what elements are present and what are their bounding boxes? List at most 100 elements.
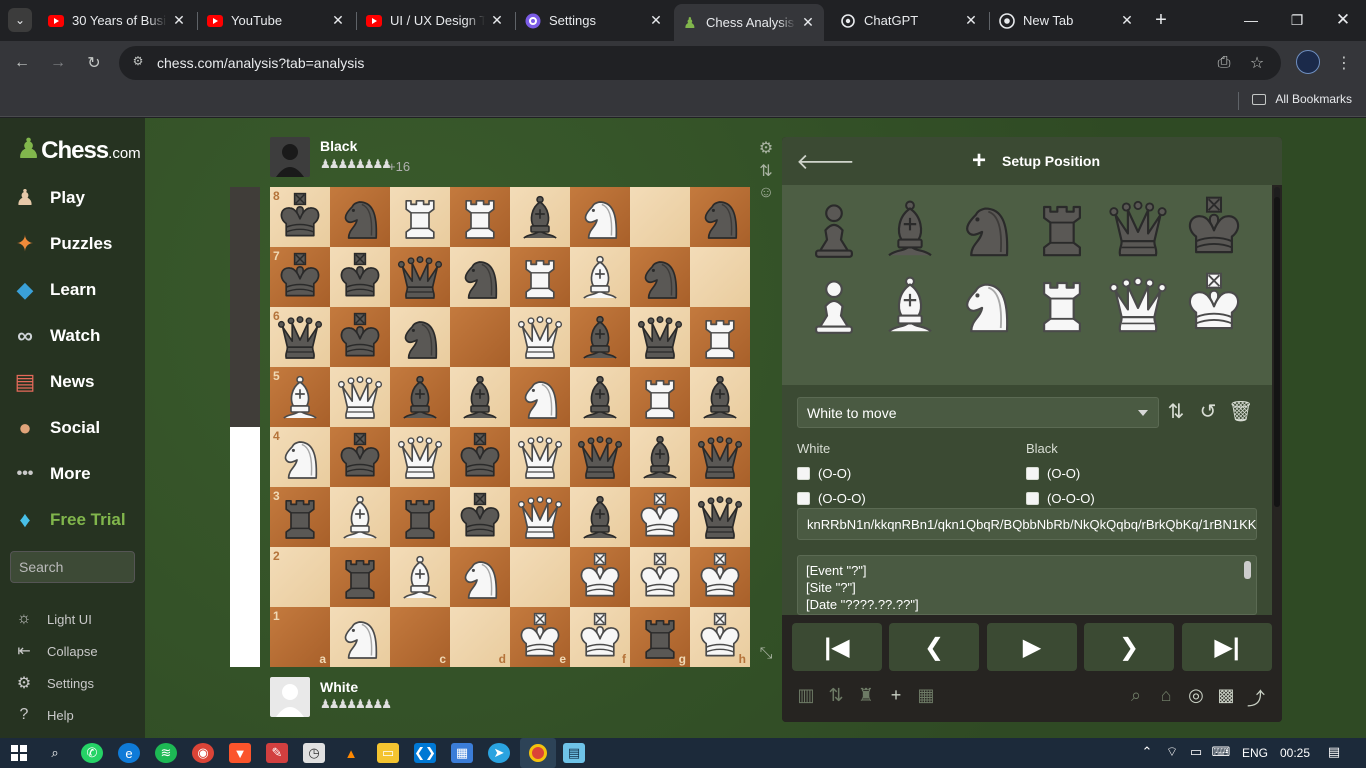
square-d4[interactable] bbox=[450, 427, 510, 487]
white-knight-piece[interactable] bbox=[453, 550, 507, 604]
tab-youtube-business[interactable]: 30 Years of Busin ✕ bbox=[40, 5, 195, 36]
target-icon[interactable]: ◎ bbox=[1185, 685, 1207, 706]
first-move-button[interactable]: |◀ bbox=[792, 623, 882, 671]
all-bookmarks-button[interactable]: All Bookmarks bbox=[1252, 92, 1352, 106]
black-king-piece[interactable] bbox=[333, 250, 387, 304]
square-f8[interactable] bbox=[570, 187, 630, 247]
tab-chatgpt[interactable]: ChatGPT ✕ bbox=[832, 5, 987, 36]
square-a5[interactable]: 5 bbox=[270, 367, 330, 427]
close-icon[interactable]: ✕ bbox=[648, 12, 664, 29]
square-g2[interactable] bbox=[630, 547, 690, 607]
square-f7[interactable] bbox=[570, 247, 630, 307]
site-info-icon[interactable]: ⚙ bbox=[129, 54, 147, 72]
square-g5[interactable] bbox=[630, 367, 690, 427]
white-rook-piece[interactable] bbox=[633, 370, 687, 424]
black-castle-long-checkbox[interactable]: (O-O-O) bbox=[1026, 491, 1095, 506]
black-rook-piece[interactable] bbox=[633, 610, 687, 664]
square-f4[interactable] bbox=[570, 427, 630, 487]
black-king-piece[interactable] bbox=[273, 250, 327, 304]
square-g8[interactable] bbox=[630, 187, 690, 247]
square-f6[interactable] bbox=[570, 307, 630, 367]
black-rook-piece[interactable] bbox=[333, 550, 387, 604]
panel-scrollbar[interactable] bbox=[1274, 187, 1280, 507]
square-e8[interactable] bbox=[510, 187, 570, 247]
vlc-icon[interactable]: ▲ bbox=[340, 743, 362, 763]
tab-settings[interactable]: Settings ✕ bbox=[517, 5, 672, 36]
store-icon[interactable]: ▦ bbox=[451, 743, 473, 763]
black-queen-piece[interactable] bbox=[693, 430, 747, 484]
edge-icon[interactable]: e bbox=[118, 743, 140, 763]
square-a3[interactable]: 3 bbox=[270, 487, 330, 547]
black-bishop-piece[interactable] bbox=[693, 370, 747, 424]
black-king-piece[interactable] bbox=[273, 190, 327, 244]
search-icon[interactable]: ⌕ bbox=[44, 743, 66, 763]
square-e1[interactable]: e bbox=[510, 607, 570, 667]
white-knight-piece[interactable] bbox=[513, 370, 567, 424]
scrollbar-thumb[interactable] bbox=[1274, 197, 1280, 507]
square-h3[interactable] bbox=[690, 487, 750, 547]
white-castle-short-checkbox[interactable]: (O-O) bbox=[797, 466, 851, 481]
sidebar-item-play[interactable]: ♟ Play bbox=[10, 178, 140, 218]
black-rook-piece[interactable] bbox=[273, 490, 327, 544]
tray-black-king[interactable] bbox=[1179, 193, 1249, 263]
tab-uiux[interactable]: UI / UX Design T ✕ bbox=[358, 5, 513, 36]
tab-chess-analysis[interactable]: ♟ Chess Analysis B ✕ bbox=[674, 4, 824, 41]
square-b4[interactable] bbox=[330, 427, 390, 487]
square-f3[interactable] bbox=[570, 487, 630, 547]
white-queen-piece[interactable] bbox=[393, 430, 447, 484]
vscode-icon[interactable]: ❮❯ bbox=[414, 743, 436, 763]
square-h7[interactable] bbox=[690, 247, 750, 307]
square-b7[interactable] bbox=[330, 247, 390, 307]
reload-icon[interactable]: ↻ bbox=[81, 50, 107, 76]
tab-new-tab[interactable]: New Tab ✕ bbox=[991, 5, 1143, 36]
minimize-icon[interactable]: — bbox=[1228, 0, 1274, 40]
share-icon[interactable]: ⤴ bbox=[1245, 685, 1267, 711]
white-knight-piece[interactable] bbox=[573, 190, 627, 244]
brave-icon[interactable]: ▼ bbox=[229, 743, 251, 763]
collapse-toggle[interactable]: ⇤ Collapse bbox=[14, 640, 97, 662]
square-b1[interactable] bbox=[330, 607, 390, 667]
square-g3[interactable] bbox=[630, 487, 690, 547]
white-rook-piece[interactable] bbox=[513, 250, 567, 304]
square-c4[interactable] bbox=[390, 427, 450, 487]
sidebar-item-free-trial[interactable]: ♦ Free Trial bbox=[10, 500, 140, 540]
close-icon[interactable]: ✕ bbox=[330, 12, 346, 29]
tab-search-icon[interactable]: ⌄ bbox=[8, 8, 32, 32]
black-bishop-piece[interactable] bbox=[573, 370, 627, 424]
white-king-piece[interactable] bbox=[693, 550, 747, 604]
flip-board-icon[interactable]: ⇅ bbox=[757, 161, 775, 181]
white-castle-long-checkbox[interactable]: (O-O-O) bbox=[797, 491, 866, 506]
square-e4[interactable] bbox=[510, 427, 570, 487]
black-queen-piece[interactable] bbox=[573, 430, 627, 484]
black-knight-piece[interactable] bbox=[633, 250, 687, 304]
next-move-button[interactable]: ❯ bbox=[1084, 623, 1174, 671]
engine-icon[interactable]: ♜ bbox=[855, 685, 877, 706]
white-king-piece[interactable] bbox=[633, 490, 687, 544]
square-e7[interactable] bbox=[510, 247, 570, 307]
square-e3[interactable] bbox=[510, 487, 570, 547]
sidebar-item-puzzles[interactable]: ✦ Puzzles bbox=[10, 224, 140, 264]
notepad-icon[interactable]: ▤ bbox=[563, 743, 585, 763]
flip-icon[interactable]: ⇅ bbox=[1164, 399, 1188, 424]
tray-white-queen[interactable] bbox=[1103, 269, 1173, 339]
paint-icon[interactable]: ✎ bbox=[266, 743, 288, 763]
white-king-piece[interactable] bbox=[513, 610, 567, 664]
square-a2[interactable]: 2 bbox=[270, 547, 330, 607]
restore-icon[interactable]: ❐ bbox=[1274, 0, 1320, 40]
square-e6[interactable] bbox=[510, 307, 570, 367]
black-bishop-piece[interactable] bbox=[453, 370, 507, 424]
square-d3[interactable] bbox=[450, 487, 510, 547]
square-c3[interactable] bbox=[390, 487, 450, 547]
close-icon[interactable]: ✕ bbox=[171, 12, 187, 29]
white-queen-piece[interactable] bbox=[513, 310, 567, 364]
fen-input[interactable]: knRRbN1n/kkqnRBn1/qkn1QbqR/BQbbNbRb/NkQk… bbox=[797, 508, 1257, 540]
reset-icon[interactable]: ↺ bbox=[1196, 399, 1220, 424]
black-bishop-piece[interactable] bbox=[393, 370, 447, 424]
tray-black-queen[interactable] bbox=[1103, 193, 1173, 263]
square-b8[interactable] bbox=[330, 187, 390, 247]
black-bishop-piece[interactable] bbox=[573, 310, 627, 364]
clapperboard-icon[interactable]: ▩ bbox=[1215, 685, 1237, 706]
sidebar-item-watch[interactable]: ∞ Watch bbox=[10, 316, 140, 356]
chrome-icon[interactable]: ◉ bbox=[192, 743, 214, 763]
square-a7[interactable]: 7 bbox=[270, 247, 330, 307]
